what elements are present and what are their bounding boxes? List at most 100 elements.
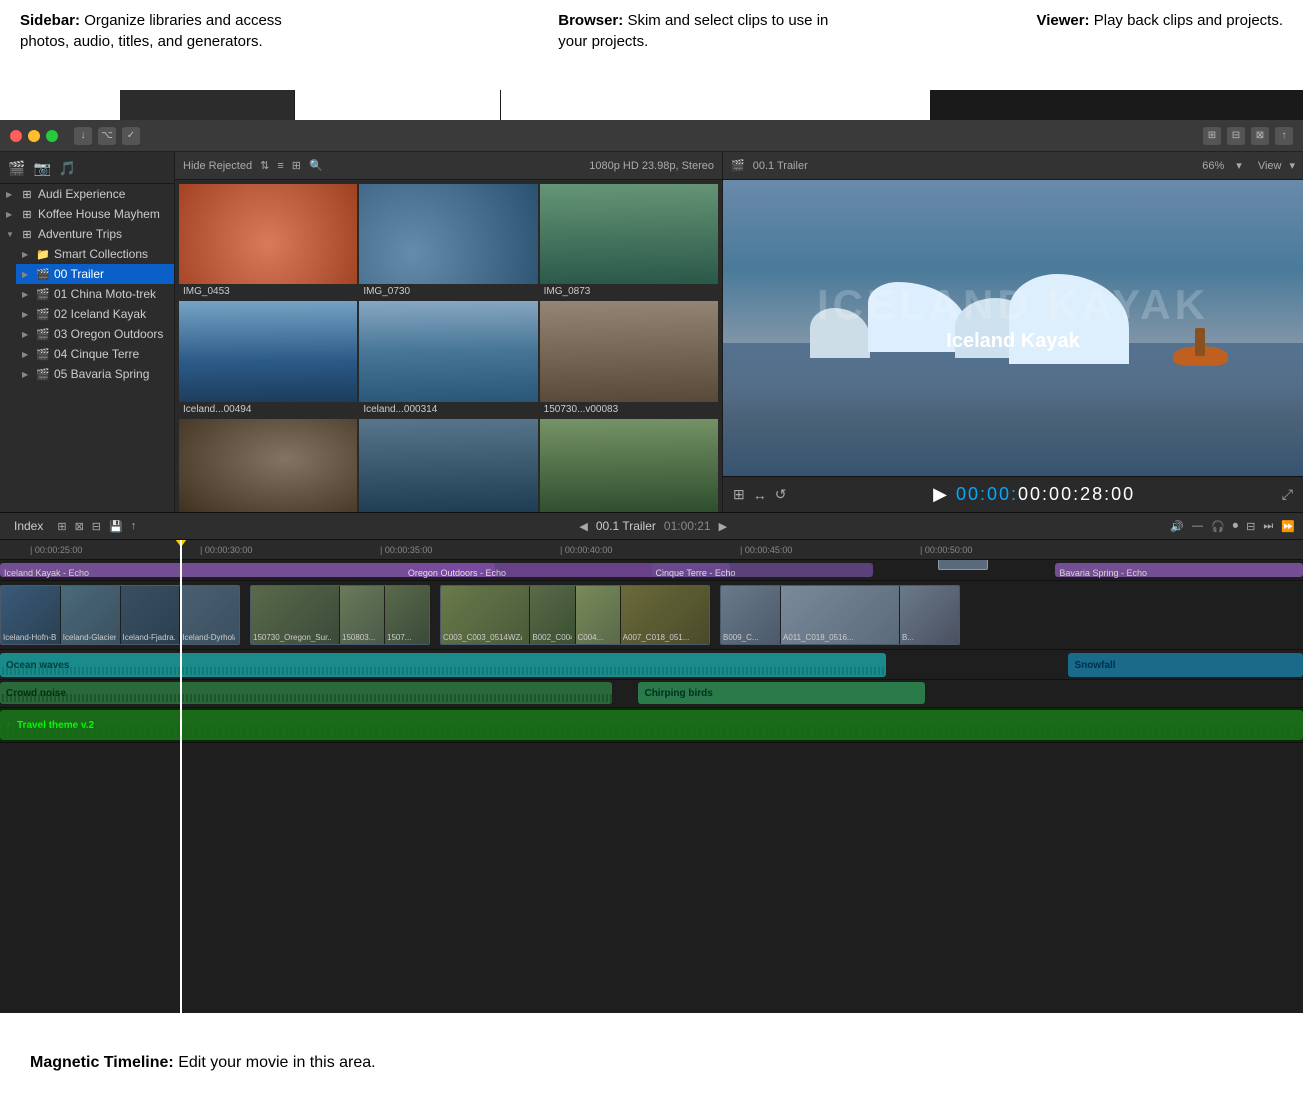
timeline-toolbar: Index ⊞ ⊠ ⊟ 💾 ↑ ◀ 00.1 Trailer 01:00:21 … [0, 512, 1303, 540]
headphone-icon[interactable]: 🎧 [1211, 520, 1225, 533]
sidebar-item-label: 04 Cinque Terre [54, 347, 168, 361]
audio-clip-snowfall[interactable]: Snowfall [1068, 653, 1303, 677]
clip-item[interactable]: Iceland...00494 [179, 301, 357, 416]
zoom-label[interactable]: 66% [1202, 160, 1224, 172]
sidebar-item-koffee[interactable]: ▶ ⊞ Koffee House Mayhem [0, 204, 174, 224]
clip-item[interactable]: IMG_0453 [179, 184, 357, 299]
grid-icon[interactable]: ⊞ [1203, 127, 1221, 145]
clip-item[interactable]: Iceland...00620a [540, 419, 718, 512]
close-button[interactable] [10, 130, 22, 142]
clip-item[interactable]: IMG_0873 [540, 184, 718, 299]
clip-item[interactable]: 150730...v00083 [540, 301, 718, 416]
video-clip[interactable]: Iceland-Dyrholaey... [180, 586, 239, 644]
project-icon: 🎬 [36, 368, 50, 381]
fullscreen-ctrl-icon[interactable]: ⤢ [1282, 486, 1293, 503]
sidebar-item-02-iceland[interactable]: ▶ 🎬 02 Iceland Kayak [16, 304, 174, 324]
view-list-icon[interactable]: ≡ [277, 160, 283, 172]
sort-icon[interactable]: ⇅ [260, 159, 269, 172]
traffic-lights [10, 130, 58, 142]
video-clip[interactable]: B... [900, 586, 959, 644]
waveform [0, 694, 612, 702]
fullscreen-button[interactable] [46, 130, 58, 142]
audio-icon[interactable]: 🎵 [59, 160, 76, 177]
minimize-button[interactable] [28, 130, 40, 142]
zoom-chevron[interactable]: ▾ [1236, 159, 1242, 172]
photos-icon[interactable]: 📷 [33, 160, 50, 177]
sidebar-item-03-oregon[interactable]: ▶ 🎬 03 Oregon Outdoors [16, 324, 174, 344]
video-clip[interactable]: A011_C018_0516... [781, 586, 899, 644]
sidebar-item-04-cinque[interactable]: ▶ 🎬 04 Cinque Terre [16, 344, 174, 364]
sidebar-item-01-china[interactable]: ▶ 🎬 01 China Moto-trek [16, 284, 174, 304]
music-clip-travel[interactable]: ♪ Travel theme v.2 [0, 710, 1303, 740]
clip-item[interactable]: IMG_0730 [359, 184, 537, 299]
video-clip[interactable]: 150730_Oregon_Sur... [251, 586, 339, 644]
arrow-icon: ▶ [22, 270, 32, 279]
tool-icon[interactable]: ↑ [131, 520, 137, 532]
sidebar-item-smart-collections[interactable]: ▶ 📁 Smart Collections [16, 244, 174, 264]
video-clip[interactable]: B002_C004_0514T... [530, 586, 574, 644]
audio-clip-crowd[interactable]: Crowd noise [0, 682, 612, 704]
layout2-icon[interactable]: ⊠ [75, 520, 84, 533]
index-button[interactable]: Index [8, 517, 49, 535]
view-button[interactable]: View [1258, 160, 1282, 172]
video-clip[interactable]: B009_C... [721, 586, 780, 644]
video-clip[interactable]: C003_C003_0514WZacs [441, 586, 529, 644]
sidebar-item-adventure[interactable]: ▼ ⊞ Adventure Trips [0, 224, 174, 244]
share-icon[interactable]: ↑ [1275, 127, 1293, 145]
video-clip[interactable]: Iceland-Fjadra... [121, 586, 180, 644]
clip-item[interactable]: 150731_...00087a [179, 419, 357, 512]
level-icon[interactable]: — [1192, 520, 1203, 532]
timeline-section: Index ⊞ ⊠ ⊟ 💾 ↑ ◀ 00.1 Trailer 01:00:21 … [0, 512, 1303, 1013]
sidebar-item-05-bavaria[interactable]: ▶ 🎬 05 Bavaria Spring [16, 364, 174, 384]
sync-icon[interactable]: ⊟ [1246, 520, 1255, 533]
loop-icon[interactable]: ↺ [775, 486, 787, 503]
project-nav-prev[interactable]: ◀ [579, 520, 587, 533]
clip-label-iceland-000314: Iceland...000314 [359, 402, 537, 417]
ruler-mark-2: | 00:00:30:00 [200, 545, 252, 555]
import-icon[interactable]: ↓ [74, 127, 92, 145]
grid-ctrl-icon[interactable]: ⊞ [733, 486, 745, 503]
library-icon: ⊞ [20, 188, 34, 201]
audio-icon[interactable]: 🔊 [1170, 520, 1184, 533]
clip-name: C003_C003_0514WZacs [443, 633, 522, 642]
save-icon[interactable]: 💾 [109, 520, 123, 533]
duration-label: 01:00:21 [664, 519, 711, 533]
view-chevron[interactable]: ▾ [1289, 159, 1295, 172]
split-icon[interactable]: ⊠ [1251, 127, 1269, 145]
layout-icon[interactable]: ⊟ [1227, 127, 1245, 145]
clip-thumbnail [359, 419, 537, 512]
record-icon[interactable]: ⏺ [1233, 520, 1239, 533]
audio-clip-ocean[interactable]: Ocean waves [0, 653, 886, 677]
arrow-icon: ▼ [6, 230, 16, 239]
clip-item[interactable]: Iceland...00462a [359, 419, 537, 512]
video-clip[interactable]: Iceland-Hofn-Bea... [1, 586, 60, 644]
video-clip[interactable]: 1507... [385, 586, 429, 644]
layout-icon[interactable]: ⊞ [57, 520, 66, 533]
floating-clip[interactable] [938, 560, 988, 570]
project-nav-next[interactable]: ▶ [719, 520, 727, 533]
sidebar-toolbar: 🎬 📷 🎵 [0, 156, 174, 184]
sidebar-item-label: Smart Collections [54, 247, 168, 261]
sidebar-item-00-trailer[interactable]: ▶ 🎬 00 Trailer [16, 264, 174, 284]
video-clip[interactable]: 150803... [340, 586, 384, 644]
video-clip[interactable]: A007_C018_051... [621, 586, 709, 644]
clip-thumbnail [179, 301, 357, 401]
audio-clip-chirping[interactable]: Chirping birds [638, 682, 925, 704]
search-icon[interactable]: 🔍 [309, 159, 323, 172]
clip-item-iceland-000314[interactable]: Iceland...000314 [359, 301, 537, 416]
arrow-icon: ▶ [22, 290, 32, 299]
view-grid-icon[interactable]: ⊞ [292, 159, 301, 172]
echo-bars-row: Iceland Kayak - Echo Oregon Outdoors - E… [0, 560, 1303, 580]
end-icon[interactable]: ⏭ [1263, 520, 1273, 533]
video-clip[interactable]: C004... [576, 586, 620, 644]
sidebar-item-audi[interactable]: ▶ ⊞ Audi Experience [0, 184, 174, 204]
check-icon[interactable]: ✓ [122, 127, 140, 145]
layout3-icon[interactable]: ⊟ [92, 520, 101, 533]
library-icon[interactable]: 🎬 [8, 160, 25, 177]
resize-icon[interactable]: ↔ [753, 487, 767, 503]
video-clip-group-4: B009_C... A011_C018_0516... B... [720, 585, 960, 645]
video-clip[interactable]: Iceland-Glacier-Lag... [61, 586, 120, 644]
end2-icon[interactable]: ⏩ [1281, 520, 1295, 533]
hide-rejected-label[interactable]: Hide Rejected [183, 160, 252, 172]
skim-icon[interactable]: ⌥ [98, 127, 116, 145]
